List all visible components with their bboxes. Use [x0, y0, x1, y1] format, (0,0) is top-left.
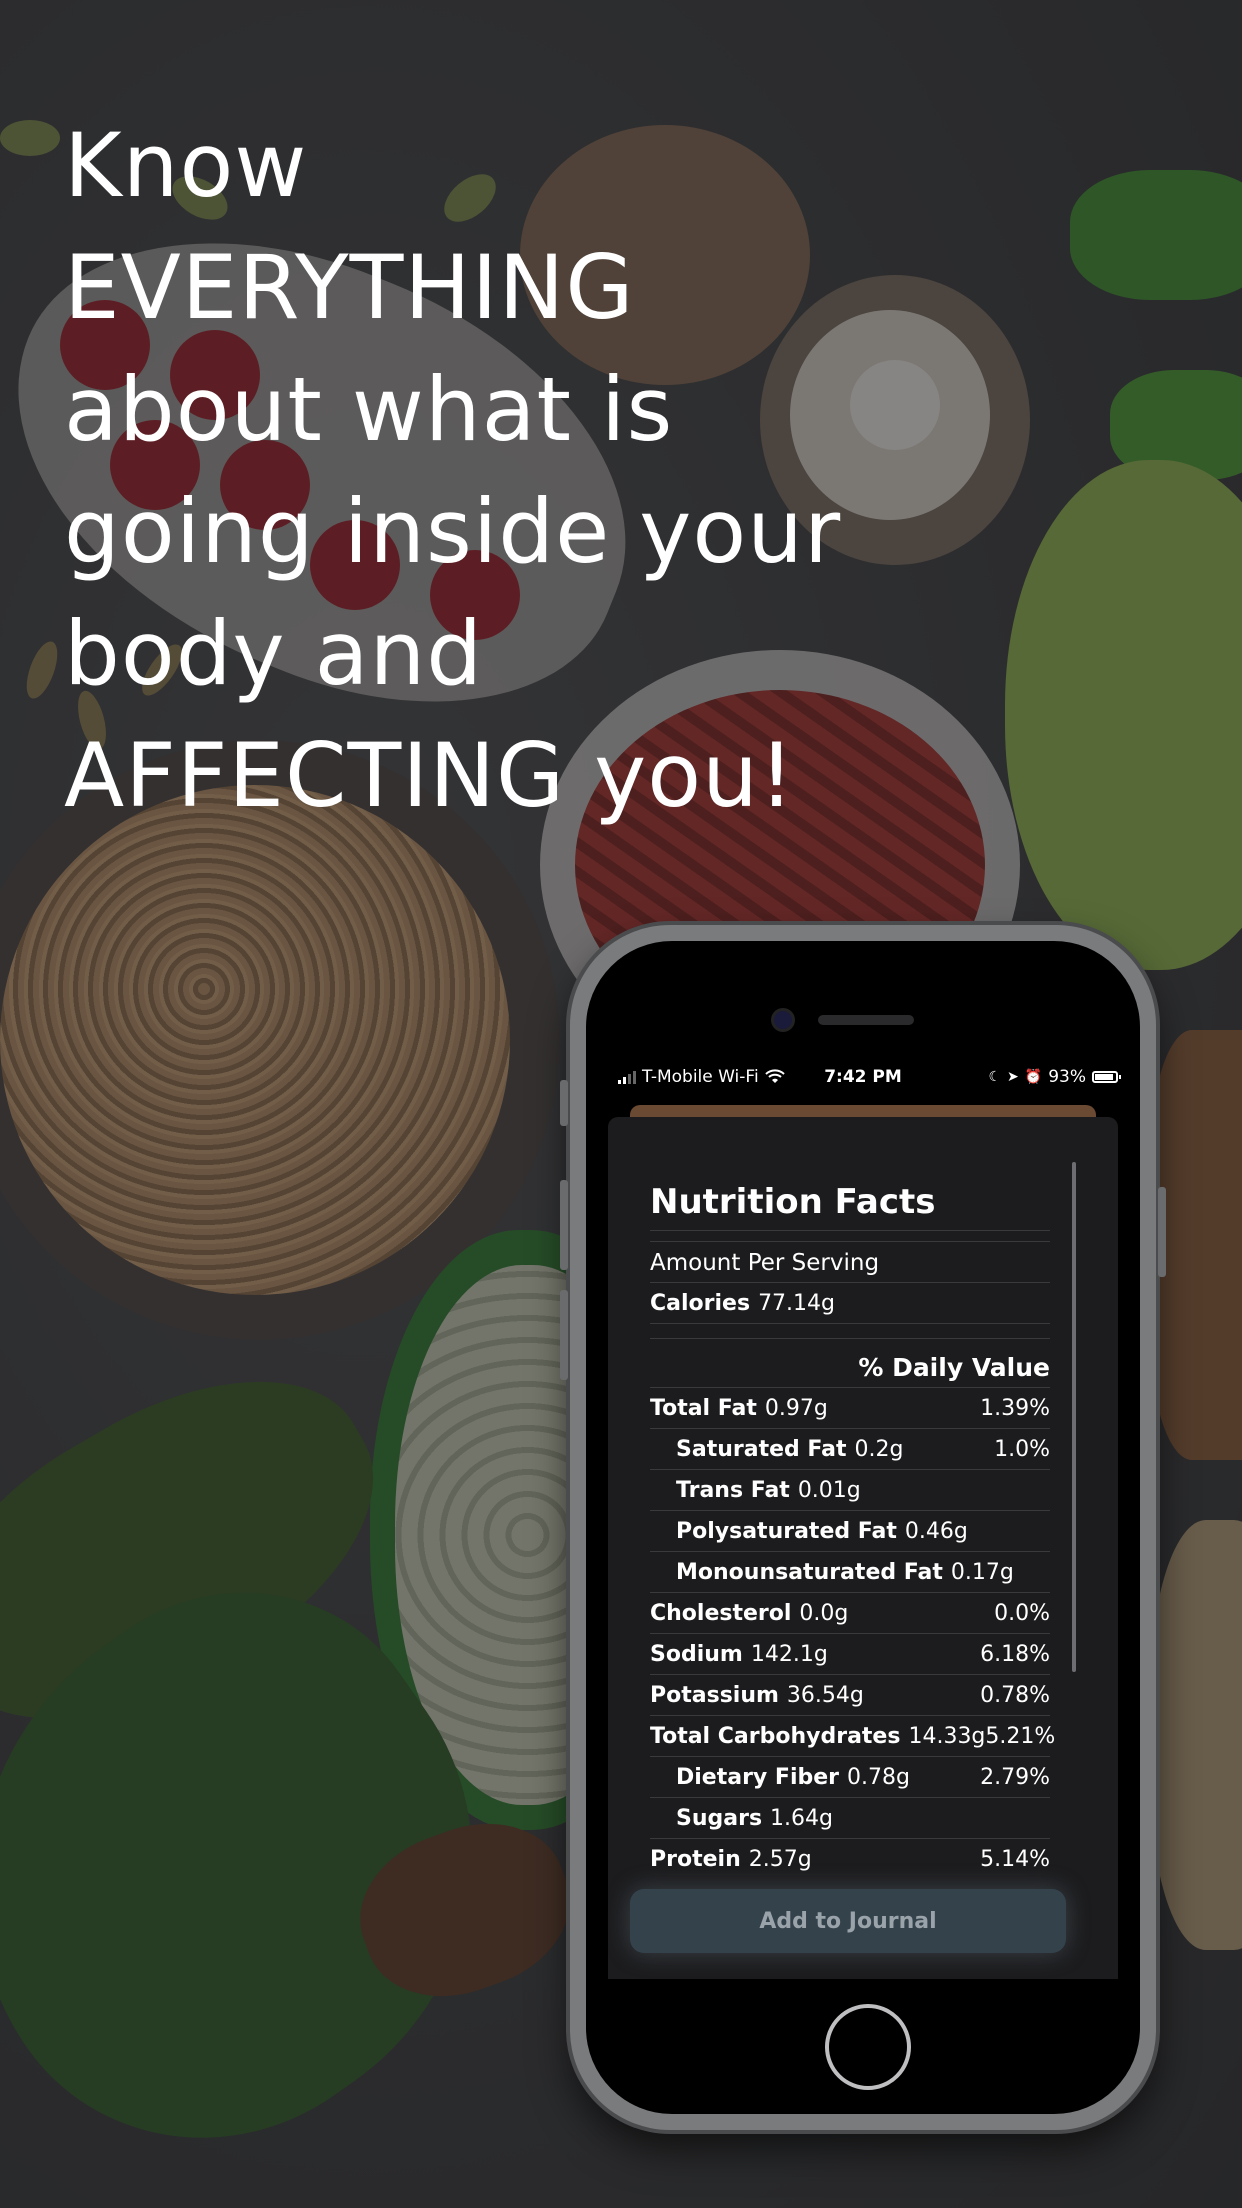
nutrient-label: Sodium: [650, 1642, 743, 1667]
phone-screen: T-Mobile Wi-Fi 7:42 PM ☾ ➤ ⏰ 93% Nutriti…: [590, 1057, 1136, 1979]
nutrient-label: Monounsaturated Fat: [676, 1560, 943, 1585]
calories-value: 77.14g: [758, 1291, 836, 1316]
nutrient-row: Dietary Fiber 0.78g 2.79%: [650, 1757, 1050, 1798]
nutrient-row: Polysaturated Fat 0.46g: [650, 1511, 1050, 1552]
nutrient-row: Trans Fat 0.01g: [650, 1470, 1050, 1511]
nutrient-amount: 0.2g: [854, 1437, 904, 1462]
nutrient-amount: 0.46g: [904, 1519, 968, 1544]
nutrient-dv: 0.78%: [980, 1683, 1050, 1708]
nutrient-label: Polysaturated Fat: [676, 1519, 897, 1544]
nutrient-row: Total Carbohydrates 14.33g 5.21%: [650, 1716, 1055, 1757]
home-button[interactable]: [825, 2004, 911, 2090]
scrollbar[interactable]: [1072, 1162, 1076, 1672]
nutrient-dv: 5.21%: [985, 1724, 1056, 1749]
earpiece-speaker: [818, 1015, 914, 1025]
nutrient-row: Sodium 142.1g 6.18%: [650, 1634, 1050, 1675]
nutrient-label: Protein: [650, 1847, 741, 1872]
nutrient-label: Dietary Fiber: [676, 1765, 840, 1790]
battery-icon: [1092, 1071, 1121, 1083]
nutrient-label: Cholesterol: [650, 1601, 792, 1626]
calories-row: Calories 77.14g: [650, 1283, 1050, 1324]
nutrient-row: Cholesterol 0.0g 0.0%: [650, 1593, 1050, 1634]
nutrient-dv: 5.14%: [980, 1847, 1050, 1872]
power-button: [1158, 1187, 1166, 1277]
serving-row: Amount Per Serving: [650, 1242, 1050, 1283]
status-bar: T-Mobile Wi-Fi 7:42 PM ☾ ➤ ⏰ 93%: [590, 1057, 1136, 1095]
nutrient-amount: 142.1g: [750, 1642, 828, 1667]
nutrient-amount: 14.33g: [908, 1724, 986, 1749]
nutrient-amount: 0.17g: [950, 1560, 1014, 1585]
location-icon: ➤: [1007, 1069, 1019, 1085]
headline-line: Know: [64, 114, 308, 217]
nutrient-amount: 2.57g: [748, 1847, 812, 1872]
mute-switch: [560, 1080, 568, 1126]
nutrient-label: Trans Fat: [676, 1478, 790, 1503]
nutrient-label: Total Fat: [650, 1396, 757, 1421]
battery-percent: 93%: [1048, 1067, 1086, 1087]
nutrient-label: Potassium: [650, 1683, 779, 1708]
headline-line: body and: [64, 602, 484, 705]
nutrient-amount: 0.01g: [797, 1478, 861, 1503]
volume-down-button: [560, 1290, 568, 1380]
divider: [650, 1231, 1050, 1242]
headline-line: going inside your: [64, 480, 842, 583]
nutrition-title: Nutrition Facts: [650, 1174, 1050, 1231]
nutrient-row: Sugars 1.64g: [650, 1798, 1050, 1839]
nutrient-dv: 0.0%: [994, 1601, 1050, 1626]
nutrient-amount: 1.64g: [770, 1806, 833, 1831]
nutrient-dv: 1.0%: [994, 1437, 1050, 1462]
nutrient-row: Potassium 36.54g 0.78%: [650, 1675, 1050, 1716]
alarm-icon: ⏰: [1024, 1069, 1043, 1085]
calories-label: Calories: [650, 1291, 751, 1316]
headline-line: about what is: [64, 358, 674, 461]
headline: Know EVERYTHING about what is going insi…: [64, 105, 842, 837]
front-camera: [774, 1011, 792, 1029]
volume-up-button: [560, 1180, 568, 1270]
nutrient-amount: 0.0g: [799, 1601, 849, 1626]
status-right: ☾ ➤ ⏰ 93%: [988, 1067, 1121, 1087]
headline-line: EVERYTHING: [64, 236, 635, 339]
nutrient-dv: 1.39%: [980, 1396, 1050, 1421]
nutrient-amount: 0.97g: [764, 1396, 828, 1421]
nutrient-row: Saturated Fat 0.2g 1.0%: [650, 1429, 1050, 1470]
divider: [650, 1324, 1050, 1339]
nutrient-row: Monounsaturated Fat 0.17g: [650, 1552, 1050, 1593]
nutrient-amount: 0.78g: [847, 1765, 910, 1790]
daily-value-header: % Daily Value: [650, 1339, 1050, 1388]
add-to-journal-button[interactable]: Add to Journal: [630, 1889, 1066, 1953]
moon-icon: ☾: [988, 1069, 1002, 1085]
nutrient-row: Total Fat 0.97g 1.39%: [650, 1388, 1050, 1429]
nutrient-row: Protein 2.57g 5.14%: [650, 1839, 1050, 1879]
nutrient-dv: 6.18%: [980, 1642, 1050, 1667]
nutrient-amount: 36.54g: [786, 1683, 864, 1708]
serving-label: Amount Per Serving: [650, 1250, 880, 1276]
nutrient-dv: 2.79%: [980, 1765, 1050, 1790]
nutrient-label: Total Carbohydrates: [650, 1724, 901, 1749]
nutrient-label: Sugars: [676, 1806, 763, 1831]
nutrition-facts-table: Nutrition Facts Amount Per Serving Calor…: [650, 1174, 1055, 1879]
headline-line: AFFECTING you!: [64, 724, 796, 827]
nutrient-label: Saturated Fat: [676, 1437, 847, 1462]
